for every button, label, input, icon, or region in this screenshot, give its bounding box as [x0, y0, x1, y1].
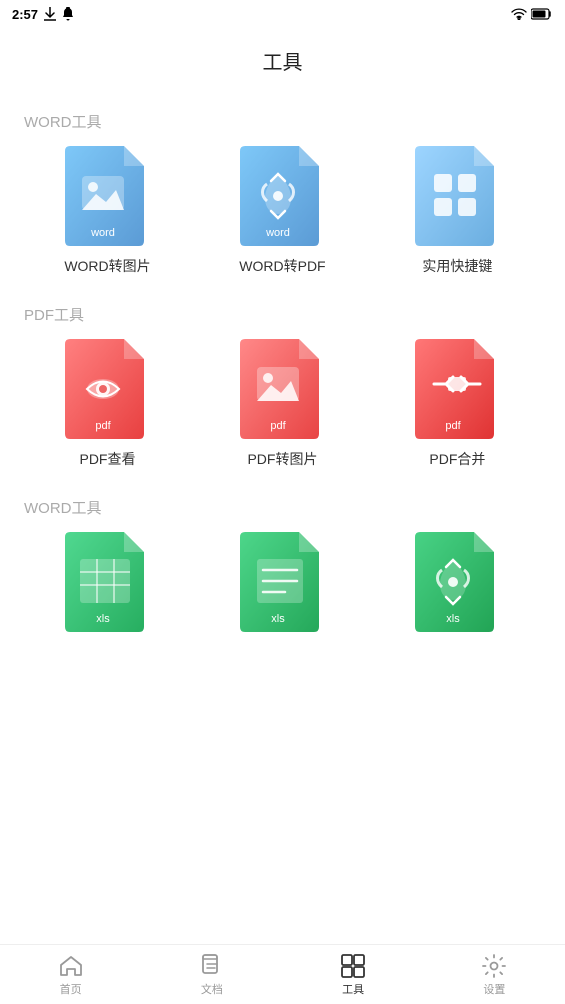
- xls-doc-icon: xls: [237, 532, 327, 632]
- download-icon: [44, 7, 56, 21]
- pdf-merge-icon: pdf: [412, 339, 502, 439]
- tool-word-to-pdf[interactable]: word WORD转PDF: [195, 146, 370, 286]
- document-icon: [199, 953, 225, 979]
- xls-pdf-icon: xls: [412, 532, 502, 632]
- bottom-nav: 首页 文档 工具 设置: [0, 944, 565, 1004]
- tool-pdf-view-label: PDF查看: [79, 449, 135, 469]
- word-pdf-icon: word: [237, 146, 327, 246]
- tools-icon: [340, 953, 366, 979]
- tool-grid-word2: xls: [20, 532, 545, 652]
- tool-xls-pdf[interactable]: xls: [370, 532, 545, 652]
- status-bar: 2:57: [0, 0, 565, 28]
- tool-pdf-view[interactable]: pdf PDF查看: [20, 339, 195, 479]
- tool-shortcuts-label: 实用快捷键: [422, 256, 492, 276]
- tool-word-to-image[interactable]: word WORD转图片: [20, 146, 195, 286]
- tool-xls-doc[interactable]: xls: [195, 532, 370, 652]
- tool-xls-table[interactable]: xls: [20, 532, 195, 652]
- pdf-view-icon: pdf: [62, 339, 152, 439]
- nav-document[interactable]: 文档: [141, 953, 282, 997]
- page-title: 工具: [0, 28, 565, 83]
- word-image-icon: word: [62, 146, 152, 246]
- tool-pdf-merge-label: PDF合并: [429, 449, 485, 469]
- svg-text:pdf: pdf: [96, 420, 112, 432]
- settings-icon: [481, 953, 507, 979]
- tool-grid-word1: word WORD转图片: [20, 146, 545, 286]
- tool-shortcuts[interactable]: 实用快捷键: [370, 146, 545, 286]
- svg-text:xls: xls: [447, 613, 461, 625]
- tool-word-to-image-label: WORD转图片: [64, 256, 150, 276]
- wifi-icon: [511, 8, 527, 20]
- section-label-word1: WORD工具: [24, 111, 545, 132]
- tool-grid-pdf: pdf PDF查看: [20, 339, 545, 479]
- notification-icon: [62, 7, 74, 21]
- tool-pdf-to-image-label: PDF转图片: [247, 449, 317, 469]
- tool-pdf-to-image[interactable]: pdf PDF转图片: [195, 339, 370, 479]
- nav-home-label: 首页: [60, 981, 82, 997]
- status-time: 2:57: [12, 7, 38, 22]
- svg-text:xls: xls: [272, 613, 286, 625]
- status-icons: [511, 8, 553, 20]
- pdf-image-icon: pdf: [237, 339, 327, 439]
- nav-settings-label: 设置: [483, 981, 505, 997]
- home-icon: [58, 953, 84, 979]
- svg-text:xls: xls: [97, 613, 111, 625]
- shortcuts-icon: [412, 146, 502, 246]
- tool-pdf-merge[interactable]: pdf PDF合并: [370, 339, 545, 479]
- nav-settings[interactable]: 设置: [424, 953, 565, 997]
- svg-text:word: word: [91, 227, 116, 239]
- tool-word-to-pdf-label: WORD转PDF: [239, 256, 325, 276]
- battery-icon: [531, 8, 553, 20]
- nav-home[interactable]: 首页: [0, 953, 141, 997]
- svg-text:pdf: pdf: [271, 420, 287, 432]
- svg-text:pdf: pdf: [446, 420, 462, 432]
- svg-text:word: word: [266, 227, 291, 239]
- nav-tools[interactable]: 工具: [283, 953, 424, 997]
- nav-tools-label: 工具: [342, 981, 364, 997]
- section-label-pdf: PDF工具: [24, 304, 545, 325]
- nav-document-label: 文档: [201, 981, 223, 997]
- xls-table-icon: xls: [62, 532, 152, 632]
- content-area: WORD工具 word: [0, 83, 565, 999]
- section-label-word2: WORD工具: [24, 497, 545, 518]
